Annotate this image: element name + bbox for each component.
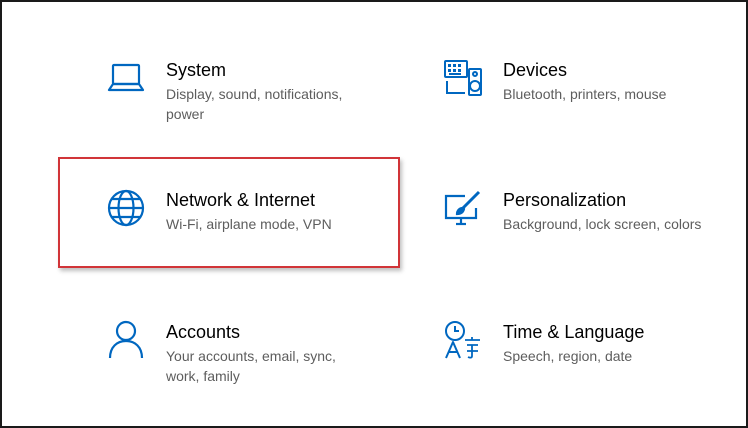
tile-description: Your accounts, email, sync, work, family: [166, 348, 336, 384]
person-icon: [106, 320, 146, 360]
tile-description: Wi-Fi, airplane mode, VPN: [166, 216, 332, 232]
tile-description: Display, sound, notifications, power: [166, 86, 343, 122]
time-language-icon: [443, 320, 483, 360]
settings-window: System Display, sound, notifications, po…: [0, 0, 748, 428]
settings-tile-time-language[interactable]: Time & Language Speech, region, date: [443, 320, 703, 366]
tile-description: Speech, region, date: [503, 348, 633, 364]
paint-brush-screen-icon: [443, 188, 483, 228]
tile-title: Time & Language: [503, 322, 645, 342]
settings-tile-accounts[interactable]: Accounts Your accounts, email, sync, wor…: [106, 320, 366, 386]
globe-icon: [106, 188, 146, 228]
settings-tile-personalization[interactable]: Personalization Background, lock screen,…: [443, 188, 733, 234]
tile-title: Network & Internet: [166, 190, 316, 210]
tile-title: System: [166, 60, 227, 80]
tile-description: Background, lock screen, colors: [503, 216, 702, 232]
settings-tile-system[interactable]: System Display, sound, notifications, po…: [106, 58, 342, 124]
tile-title: Accounts: [166, 322, 241, 342]
tile-description: Bluetooth, printers, mouse: [503, 86, 667, 102]
settings-tile-network-internet[interactable]: Network & Internet Wi-Fi, airplane mode,…: [106, 188, 366, 234]
tile-title: Devices: [503, 60, 568, 80]
settings-tile-devices[interactable]: Devices Bluetooth, printers, mouse: [443, 58, 703, 104]
laptop-icon: [106, 58, 146, 98]
keyboard-speaker-icon: [443, 58, 483, 98]
tile-title: Personalization: [503, 190, 627, 210]
